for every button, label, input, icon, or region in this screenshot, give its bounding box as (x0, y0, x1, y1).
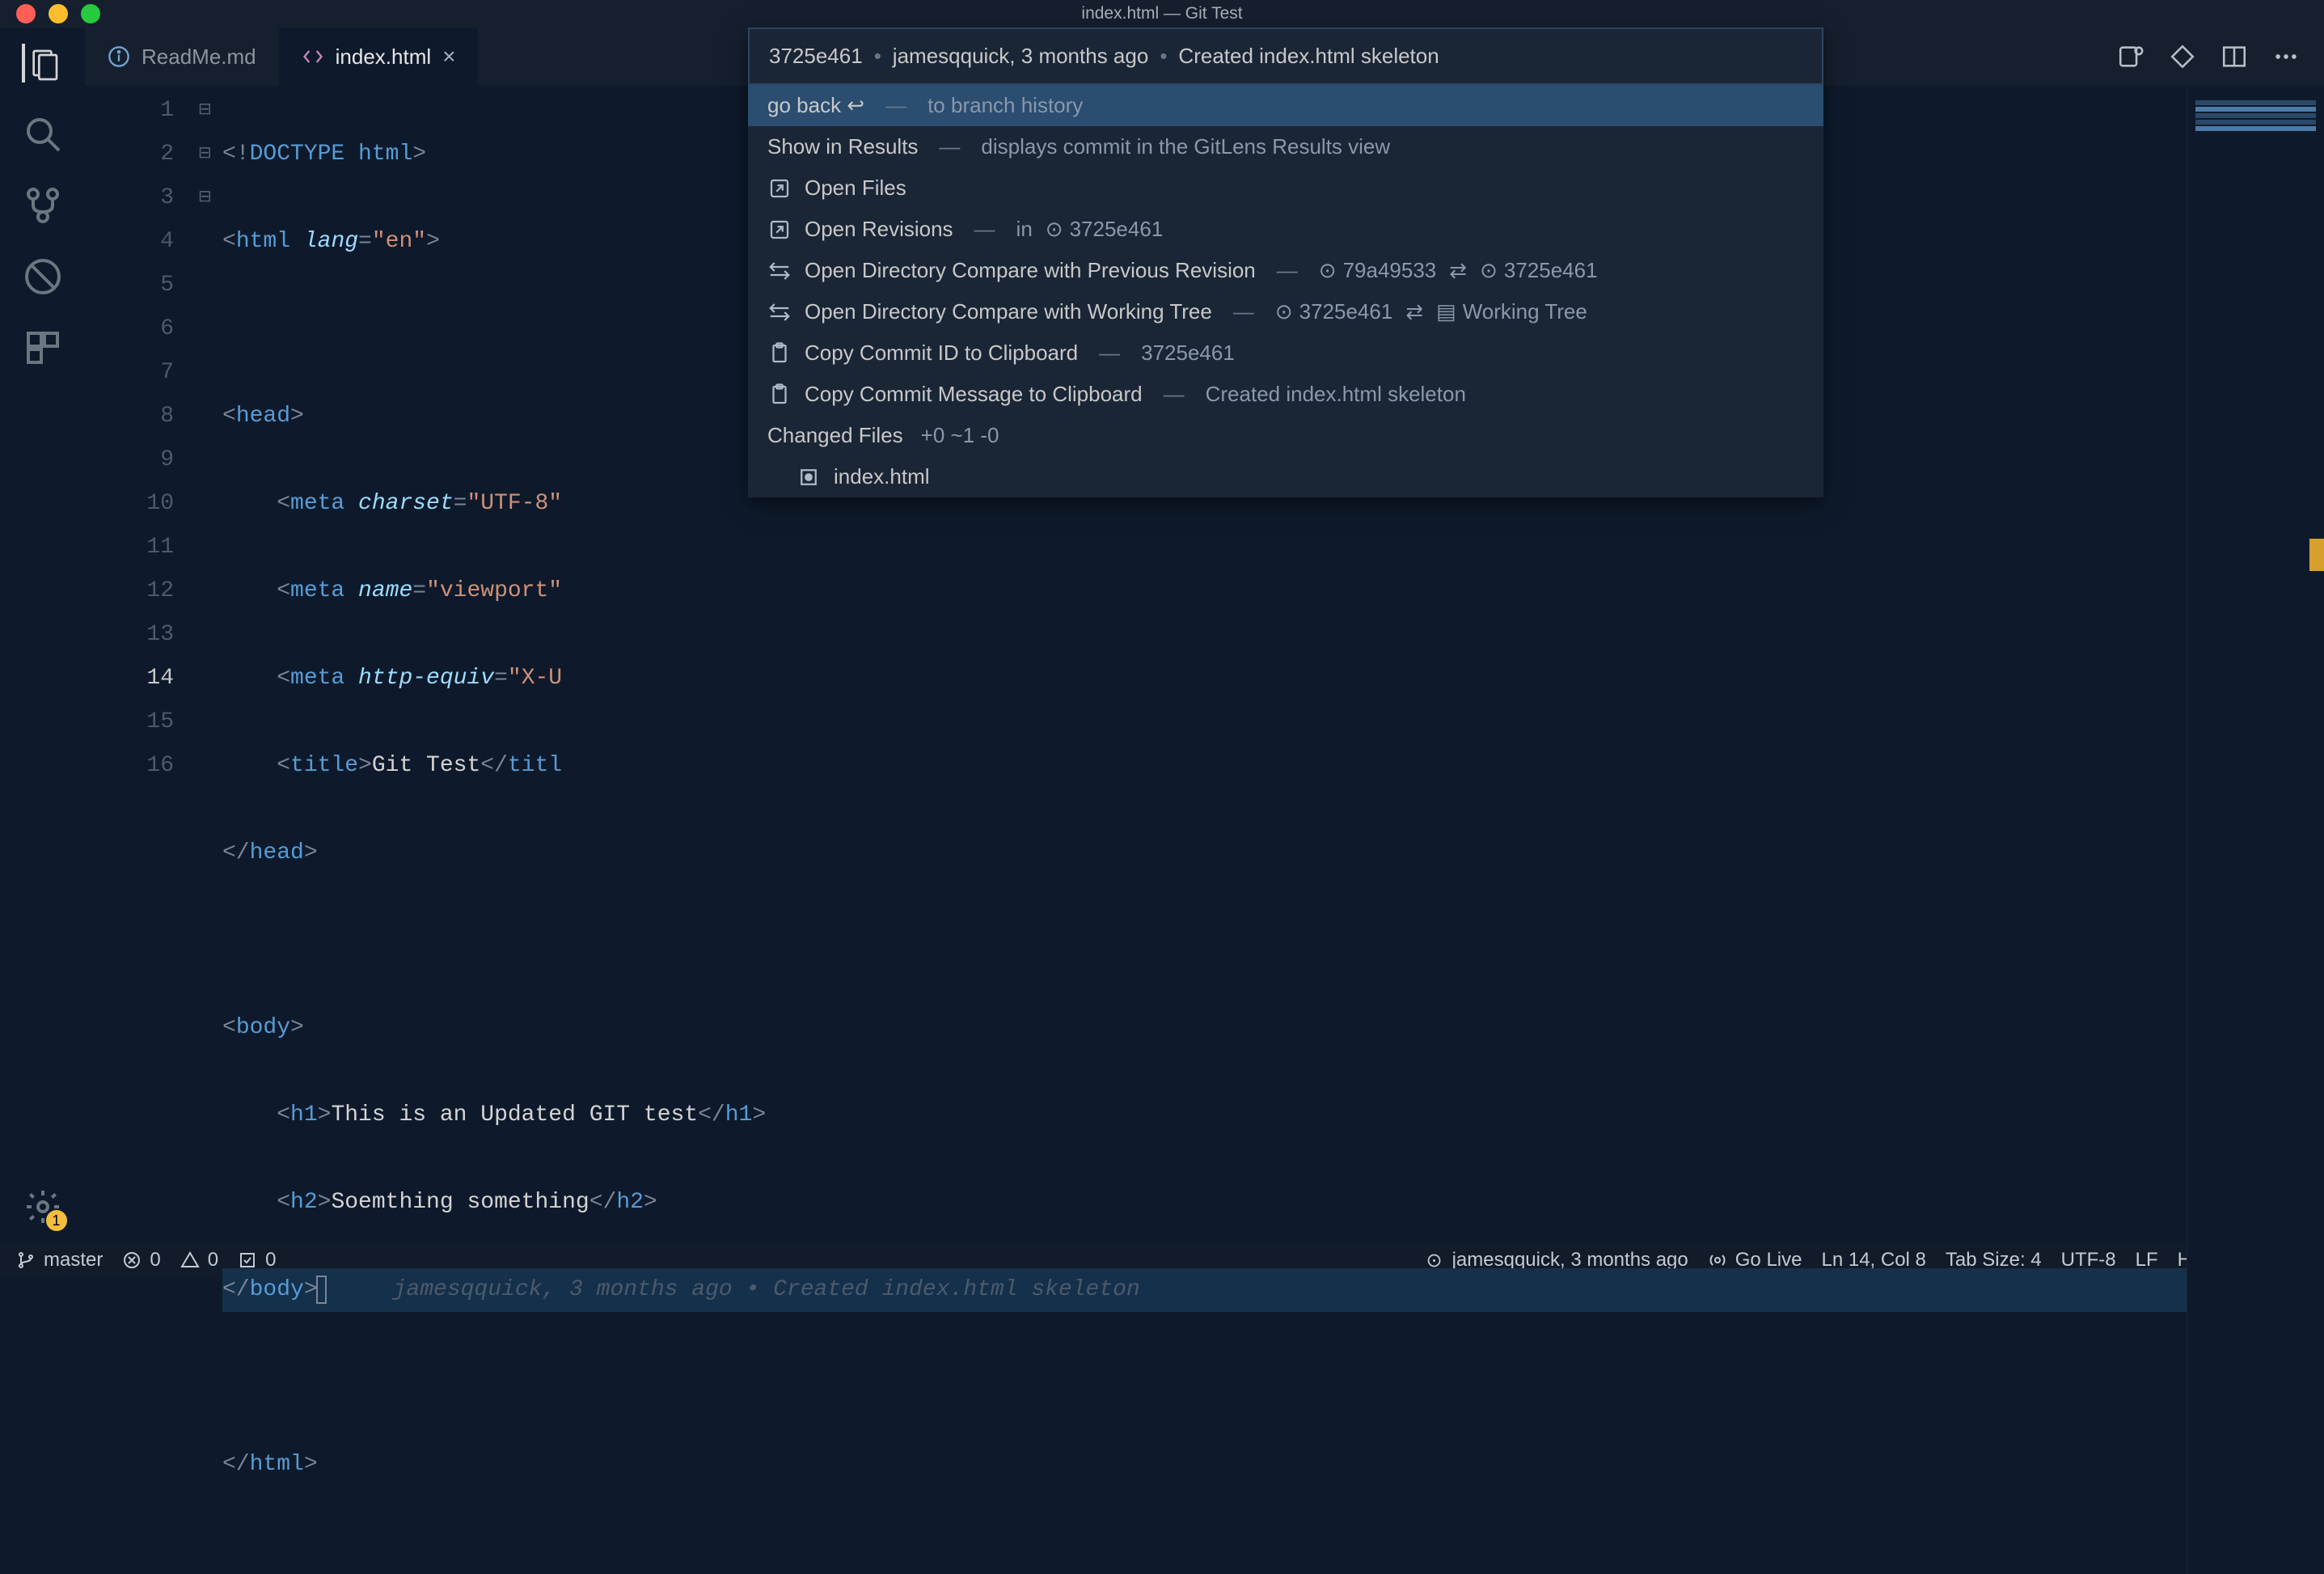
gitlens-quickpick: 3725e461 • jamesqquick, 3 months ago • C… (748, 28, 1823, 497)
editor-toolbar (2117, 43, 2324, 70)
source-control-icon[interactable] (23, 186, 62, 225)
fold-gutter[interactable]: ⊟⊟ ⊟ (198, 86, 222, 1574)
code-icon (302, 45, 324, 68)
fold-icon: ⊟ (198, 133, 222, 176)
settings-icon[interactable]: 1 (23, 1187, 62, 1226)
gitlens-blame-annotation: jamesqquick, 3 months ago • Created inde… (325, 1277, 1140, 1302)
minimize-window-button[interactable] (49, 4, 68, 23)
close-window-button[interactable] (16, 4, 36, 23)
quickpick-item-copy-message[interactable]: Copy Commit Message to Clipboard — Creat… (748, 374, 1823, 415)
folder-icon: ▤ (1436, 299, 1456, 324)
commit-hash: 3725e461 (769, 44, 863, 69)
commit-icon: ⊙ (1046, 217, 1063, 242)
file-modified-icon (796, 465, 821, 489)
close-icon[interactable]: × (442, 44, 455, 70)
commit-message: Created index.html skeleton (1178, 44, 1439, 69)
clipboard-icon (767, 341, 792, 366)
quickpick-item-changed-files[interactable]: Changed Files +0 ~1 -0 (748, 415, 1823, 456)
commit-icon: ⊙ (1319, 258, 1337, 283)
quickpick-item-compare-previous[interactable]: Open Directory Compare with Previous Rev… (748, 250, 1823, 291)
debug-icon[interactable] (23, 257, 62, 296)
line-number-gutter: 1234 5678 9101112 13141516 (85, 86, 198, 1574)
more-icon[interactable] (2272, 43, 2300, 70)
gitlens-toggle-icon[interactable] (2117, 43, 2144, 70)
minimap-caret (2309, 539, 2324, 571)
open-file-icon (767, 176, 792, 201)
tab-label: index.html (336, 44, 432, 70)
gitlens-diff-icon[interactable] (2169, 43, 2196, 70)
split-editor-icon[interactable] (2220, 43, 2248, 70)
settings-badge: 1 (46, 1210, 67, 1231)
commit-icon: ⊙ (1480, 258, 1498, 283)
quickpick-list: go back ↩ — to branch history Show in Re… (748, 85, 1823, 497)
commit-icon: ⊙ (1275, 299, 1293, 324)
quickpick-item-copy-id[interactable]: Copy Commit ID to Clipboard — 3725e461 (748, 332, 1823, 374)
quickpick-item-go-back[interactable]: go back ↩ — to branch history (748, 85, 1823, 126)
quickpick-header: 3725e461 • jamesqquick, 3 months ago • C… (748, 28, 1823, 85)
minimap[interactable] (2187, 86, 2324, 1574)
commit-author: jamesqquick, 3 months ago (893, 44, 1149, 69)
clipboard-icon (767, 383, 792, 407)
compare-icon (767, 300, 792, 324)
git-branch-icon (16, 1250, 36, 1270)
activity-bar: 1 (0, 28, 85, 1242)
quickpick-item-file[interactable]: index.html (748, 456, 1823, 497)
compare-icon (767, 259, 792, 283)
maximize-window-button[interactable] (81, 4, 100, 23)
quickpick-item-open-files[interactable]: Open Files (748, 167, 1823, 209)
info-icon (108, 45, 130, 68)
extensions-icon[interactable] (23, 328, 62, 367)
titlebar: index.html — Git Test (0, 0, 2324, 28)
compare-arrows-icon: ⇄ (1449, 258, 1467, 283)
quickpick-item-show-results[interactable]: Show in Results — displays commit in the… (748, 126, 1823, 167)
fold-icon: ⊟ (198, 176, 222, 220)
compare-arrows-icon: ⇄ (1405, 299, 1423, 324)
quickpick-item-compare-working[interactable]: Open Directory Compare with Working Tree… (748, 291, 1823, 332)
tab-readme[interactable]: ReadMe.md (85, 28, 279, 86)
window-title: index.html — Git Test (1081, 4, 1242, 23)
tab-label: ReadMe.md (142, 44, 256, 70)
explorer-icon[interactable] (22, 44, 61, 83)
open-file-icon (767, 218, 792, 242)
fold-icon: ⊟ (198, 89, 222, 133)
quickpick-item-open-revisions[interactable]: Open Revisions — in ⊙3725e461 (748, 209, 1823, 250)
search-icon[interactable] (23, 115, 62, 154)
tab-index[interactable]: index.html × (279, 28, 479, 86)
traffic-lights (16, 4, 100, 23)
